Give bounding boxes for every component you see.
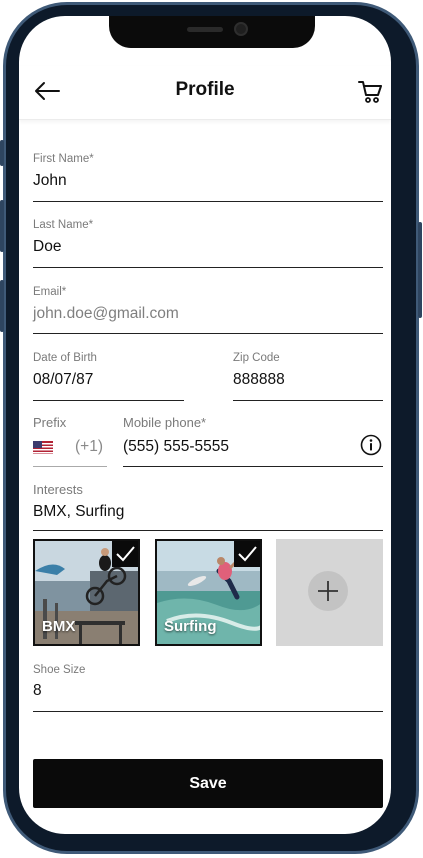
zip-code-label: Zip Code (233, 352, 280, 364)
date-of-birth-field[interactable]: Date of Birth 08/07/87 (33, 352, 184, 389)
interests-value: BMX, Surfing (33, 503, 125, 520)
last-name-value: Doe (33, 238, 62, 255)
first-name-field[interactable]: First Name* John (33, 153, 383, 190)
last-name-field[interactable]: Last Name* Doe (33, 219, 383, 256)
mobile-phone-field[interactable]: Mobile phone* (555) 555-5555 (123, 415, 383, 465)
mobile-phone-label: Mobile phone* (123, 415, 207, 430)
zip-code-underline (233, 400, 383, 401)
interests-field[interactable]: Interests BMX, Surfing (33, 482, 383, 521)
date-of-birth-value: 08/07/87 (33, 371, 94, 388)
first-name-underline (33, 201, 383, 202)
plus-icon (318, 581, 338, 601)
phone-side-button (0, 200, 4, 252)
checkmark-icon (234, 541, 260, 567)
shoe-size-label: Shoe Size (33, 664, 86, 676)
phone-power-button (418, 222, 422, 318)
mobile-phone-underline (123, 466, 383, 467)
info-icon[interactable] (360, 434, 382, 456)
mobile-phone-value: (555) 555-5555 (123, 438, 229, 455)
last-name-underline (33, 267, 383, 268)
add-interest-button[interactable] (276, 539, 383, 646)
shoe-size-underline (33, 711, 383, 712)
email-field[interactable]: Email* john.doe@gmail.com (33, 286, 383, 323)
prefix-label: Prefix (33, 415, 67, 430)
add-circle (308, 571, 348, 611)
us-flag-icon (33, 441, 53, 454)
phone-side-button (0, 140, 4, 166)
zip-code-field[interactable]: Zip Code 888888 (233, 352, 383, 389)
prefix-value: (+1) (75, 438, 103, 455)
email-underline (33, 333, 383, 334)
date-of-birth-label: Date of Birth (33, 352, 97, 364)
surfing-tile-label: Surfing (164, 618, 217, 635)
save-button[interactable]: Save (33, 759, 383, 808)
interests-label: Interests (33, 482, 83, 497)
interests-underline (33, 530, 383, 531)
camera (234, 22, 248, 36)
notch (109, 16, 315, 48)
first-name-label: First Name* (33, 153, 94, 165)
zip-code-value: 888888 (233, 371, 285, 388)
bmx-tile-label: BMX (42, 618, 76, 635)
prefix-field[interactable]: Prefix (+1) (33, 415, 107, 465)
app-header: Profile (19, 66, 391, 120)
prefix-underline (33, 466, 107, 467)
interest-tile-bmx[interactable]: BMX (33, 539, 140, 646)
first-name-value: John (33, 172, 67, 189)
shoe-size-field[interactable]: Shoe Size 8 (33, 664, 383, 700)
date-of-birth-underline (33, 400, 184, 401)
email-value: john.doe@gmail.com (33, 305, 179, 322)
screen: Profile First Name* John Last Name* Doe … (19, 16, 391, 834)
checkmark-icon (112, 541, 138, 567)
speaker (187, 27, 223, 32)
email-label: Email* (33, 286, 67, 298)
phone-side-button (0, 280, 4, 332)
cart-icon[interactable] (356, 77, 384, 105)
interest-tile-surfing[interactable]: Surfing (155, 539, 262, 646)
shoe-size-value: 8 (33, 682, 42, 699)
last-name-label: Last Name* (33, 219, 94, 231)
page-title: Profile (175, 79, 235, 100)
